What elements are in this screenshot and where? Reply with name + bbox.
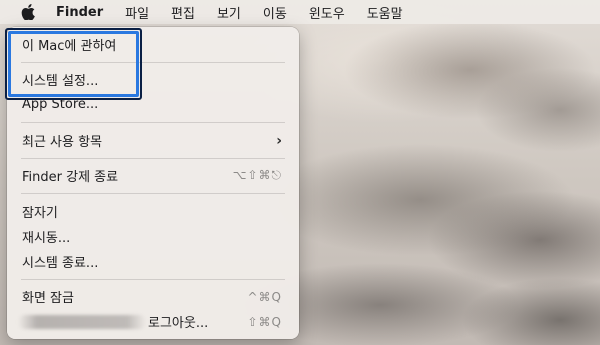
menu-item-label-wrapper: 로그아웃... — [18, 312, 248, 331]
menu-go[interactable]: 이동 — [263, 3, 287, 22]
menu-separator — [21, 62, 285, 63]
menu-separator — [21, 122, 285, 123]
redacted-user-name — [18, 314, 146, 329]
menu-window[interactable]: 윈도우 — [309, 3, 345, 22]
menu-file[interactable]: 파일 — [125, 3, 149, 22]
menu-item-label: 로그아웃... — [148, 316, 209, 331]
menu-item-label: 잠자기 — [22, 206, 58, 221]
menu-item-log-out[interactable]: 로그아웃... ⇧⌘Q — [12, 311, 294, 332]
menu-item-label: 시스템 종료... — [22, 256, 99, 271]
menu-item-recent-items[interactable]: 최근 사용 항목 › — [12, 130, 294, 151]
menu-item-label: 재시동... — [22, 231, 71, 246]
menu-help[interactable]: 도움말 — [367, 3, 403, 22]
menu-item-label: 시스템 설정... — [22, 74, 99, 89]
menu-item-restart[interactable]: 재시동... — [12, 226, 294, 247]
menu-item-label: App Store... — [22, 97, 99, 112]
menu-item-system-settings[interactable]: 시스템 설정... — [12, 69, 294, 90]
menu-item-lock-screen[interactable]: 화면 잠금 ^⌘Q — [12, 286, 294, 307]
menu-app-name[interactable]: Finder — [56, 5, 103, 20]
menu-separator — [21, 193, 285, 194]
menu-bar: Finder 파일 편집 보기 이동 윈도우 도움말 — [0, 0, 600, 24]
menu-item-label: 최근 사용 항목 — [22, 135, 103, 150]
menu-item-label: 이 Mac에 관하여 — [22, 39, 117, 54]
menu-item-label: 화면 잠금 — [22, 291, 74, 306]
menu-separator — [21, 279, 285, 280]
apple-logo-icon[interactable] — [20, 4, 36, 20]
menu-item-force-quit[interactable]: Finder 강제 종료 ⌥⇧⌘⎋ — [12, 165, 294, 186]
menu-edit[interactable]: 편집 — [171, 3, 195, 22]
keyboard-shortcut: ^⌘Q — [247, 289, 282, 304]
menu-item-label: Finder 강제 종료 — [22, 170, 119, 185]
menu-item-app-store[interactable]: App Store... — [12, 94, 294, 115]
apple-menu-dropdown: 이 Mac에 관하여 시스템 설정... App Store... 최근 사용 … — [7, 27, 299, 339]
chevron-right-icon: › — [276, 132, 282, 149]
keyboard-shortcut: ⌥⇧⌘⎋ — [232, 168, 282, 182]
menu-view[interactable]: 보기 — [217, 3, 241, 22]
menu-item-about-this-mac[interactable]: 이 Mac에 관하여 — [12, 34, 294, 55]
menu-item-sleep[interactable]: 잠자기 — [12, 201, 294, 222]
keyboard-shortcut: ⇧⌘Q — [247, 314, 282, 329]
menu-item-shut-down[interactable]: 시스템 종료... — [12, 251, 294, 272]
menu-separator — [21, 158, 285, 159]
